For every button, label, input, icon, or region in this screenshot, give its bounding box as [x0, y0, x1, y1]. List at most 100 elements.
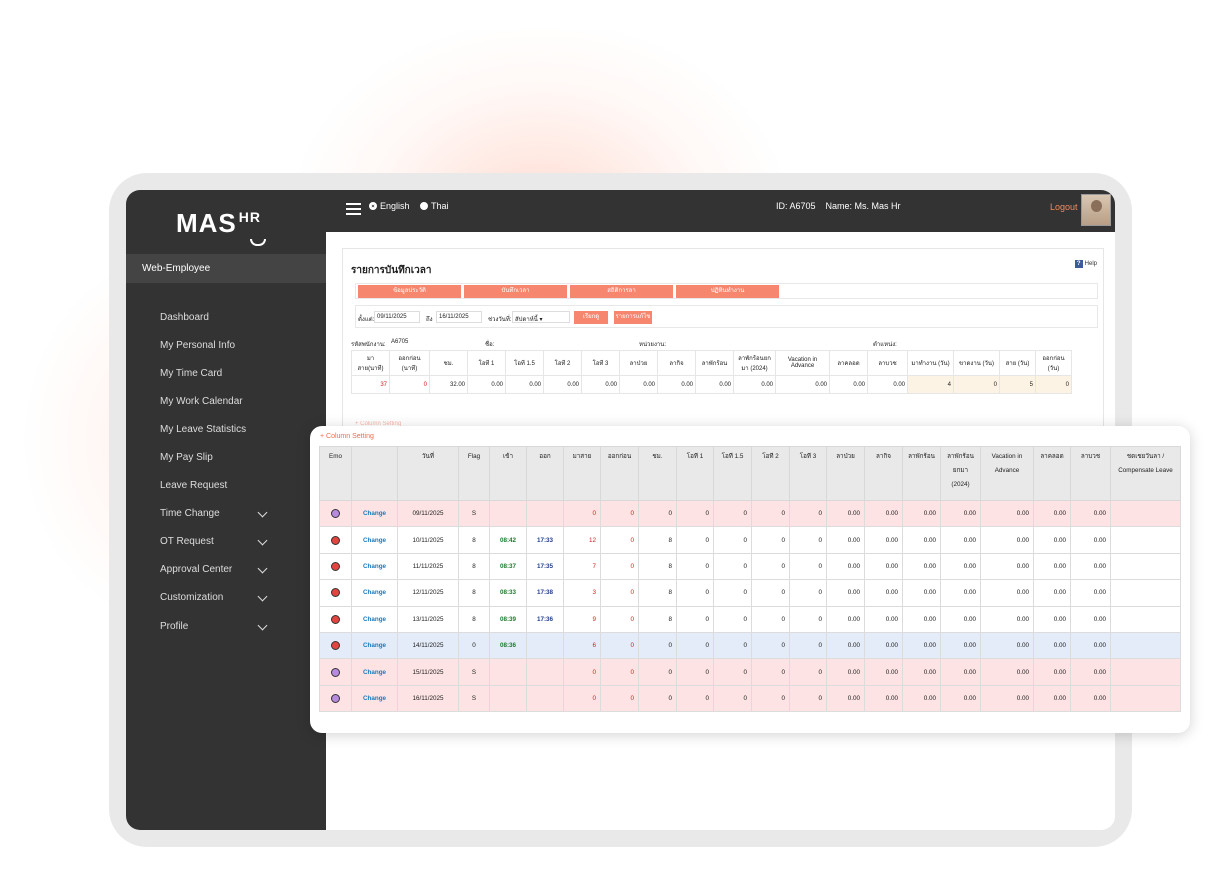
- vadv-cell: 0.00: [980, 526, 1034, 554]
- from-date-input[interactable]: 09/11/2025: [374, 311, 420, 323]
- ord-cell: 0.00: [1070, 605, 1111, 633]
- summary-value: 0.00: [775, 375, 830, 394]
- table-row: Change 10/11/2025 8 08:42 17:33 12 0 8 0 0 0 0 0.00 0…: [319, 526, 1181, 554]
- ord-cell: 0.00: [1070, 684, 1111, 713]
- vadv-cell: 0.00: [980, 499, 1034, 528]
- vac24-cell: 0.00: [940, 605, 981, 633]
- ord-cell: 0.00: [1070, 658, 1111, 686]
- change-link[interactable]: Change: [363, 669, 386, 676]
- radio-thai[interactable]: Thai: [420, 201, 453, 211]
- emp-code: A6705: [391, 339, 409, 345]
- flag-cell: 8: [458, 552, 490, 581]
- sidebar-item-profile[interactable]: Profile: [160, 612, 326, 640]
- biz-cell: 0.00: [864, 499, 903, 528]
- column-header: ลาพักร้อน: [902, 446, 941, 501]
- table-row: Change 12/11/2025 8 08:33 17:38 3 0 8 0 0 0 0 0.00 0.…: [319, 579, 1181, 607]
- time-out-cell: 17:35: [526, 552, 564, 581]
- vac24-cell: 0.00: [940, 631, 981, 660]
- change-link[interactable]: Change: [363, 589, 386, 596]
- sidebar-item-my-pay-slip[interactable]: My Pay Slip: [160, 443, 326, 471]
- sidebar-item-ot-request[interactable]: OT Request: [160, 528, 326, 556]
- to-date-input[interactable]: 16/11/2025: [436, 311, 482, 323]
- ot1-cell: 0: [676, 552, 714, 581]
- avatar[interactable]: [1081, 194, 1111, 226]
- summary-header: ลากิจ: [657, 350, 696, 376]
- vadv-cell: 0.00: [980, 579, 1034, 607]
- summary-header: ลาบวช: [867, 350, 908, 376]
- sidebar-item-leave-request[interactable]: Leave Request: [160, 472, 326, 500]
- mat-cell: 0.00: [1033, 552, 1071, 581]
- column-header: เข้า: [489, 446, 527, 501]
- column-header: ลาคลอด: [1033, 446, 1071, 501]
- ot2-cell: 0: [751, 631, 790, 660]
- vac24-cell: 0.00: [940, 658, 981, 686]
- ot1-cell: 0: [676, 526, 714, 554]
- biz-cell: 0.00: [864, 658, 903, 686]
- summary-header: ชม.: [429, 350, 468, 376]
- chevron-down-icon: [257, 620, 268, 631]
- table-row: Change 13/11/2025 8 08:39 17:36 9 0 8 0 0 0 0 0.00 0.…: [319, 605, 1181, 633]
- comp-cell: [1110, 552, 1181, 581]
- emo-cell: [319, 499, 352, 528]
- vadv-cell: 0.00: [980, 605, 1034, 633]
- help-button[interactable]: ? Help: [1074, 260, 1097, 268]
- vac-cell: 0.00: [902, 631, 941, 660]
- vac-cell: 0.00: [902, 684, 941, 713]
- biz-cell: 0.00: [864, 684, 903, 713]
- sidebar-item-my-leave-statistics[interactable]: My Leave Statistics: [160, 415, 326, 443]
- sidebar-item-my-work-calendar[interactable]: My Work Calendar: [160, 387, 326, 415]
- time-out-cell: 17:38: [526, 579, 564, 607]
- sick-cell: 0.00: [826, 499, 865, 528]
- language-switch: English Thai: [369, 201, 457, 211]
- tab-leave-stats[interactable]: สถิติการลา: [570, 285, 673, 298]
- sidebar-item-label: Approval Center: [160, 564, 233, 576]
- column-setting-link[interactable]: + Column Setting: [320, 433, 374, 440]
- sidebar-item-time-change[interactable]: Time Change: [160, 500, 326, 528]
- comp-cell: [1110, 605, 1181, 633]
- timecard-table: Emo วันที่ Flag เข้า ออก มาสาย ออกก่อน ชม. โอที …: [319, 446, 1181, 713]
- radio-english[interactable]: English: [369, 201, 414, 211]
- emo-cell: [319, 605, 352, 633]
- sidebar-item-label: My Time Card: [160, 367, 223, 379]
- edit-list-button[interactable]: รายการแก้ไข: [614, 311, 652, 324]
- ot2-cell: 0: [751, 684, 790, 713]
- table-row: Change 14/11/2025 0 08:36 6 0 0 0 0 0 0 0.00 0.00 0.0…: [319, 631, 1181, 660]
- tab-work-calendar[interactable]: ปฏิทินทำงาน: [676, 285, 779, 298]
- emo-cell: [319, 684, 352, 713]
- sidebar-item-label: Leave Request: [160, 480, 228, 492]
- sidebar-item-approval-center[interactable]: Approval Center: [160, 556, 326, 584]
- sidebar-item-customization[interactable]: Customization: [160, 584, 326, 612]
- sad-face-icon: [331, 641, 340, 651]
- logout-link[interactable]: Logout: [1050, 202, 1078, 212]
- tab-profile[interactable]: ข้อมูลประวัติ: [358, 285, 461, 298]
- late-cell: 0: [563, 684, 601, 713]
- change-link[interactable]: Change: [363, 616, 386, 623]
- name-label: ชื่อ:: [485, 342, 495, 348]
- ot3-cell: 0: [789, 526, 827, 554]
- role-header: Web-Employee: [126, 254, 326, 283]
- change-link[interactable]: Change: [363, 537, 386, 544]
- sidebar-item-my-time-card[interactable]: My Time Card: [160, 359, 326, 387]
- early-cell: 0: [600, 605, 639, 633]
- summary-header: ออกก่อน (วัน): [1035, 350, 1072, 376]
- tab-timecard[interactable]: บันทึกเวลา: [464, 285, 567, 298]
- change-link[interactable]: Change: [363, 695, 386, 702]
- summary-header: มาสาย(นาที): [351, 350, 390, 376]
- ot1-cell: 0: [676, 631, 714, 660]
- change-link[interactable]: Change: [363, 642, 386, 649]
- range-select[interactable]: สัปดาห์นี้ ▾: [512, 311, 570, 323]
- change-link[interactable]: Change: [363, 563, 386, 570]
- biz-cell: 0.00: [864, 579, 903, 607]
- time-in-cell: 08:33: [489, 579, 527, 607]
- sidebar-item-my-personal-info[interactable]: My Personal Info: [160, 331, 326, 359]
- search-button[interactable]: เรียกดู: [574, 311, 608, 324]
- vac24-cell: 0.00: [940, 579, 981, 607]
- summary-value: 0.00: [733, 375, 776, 394]
- time-out-cell: [526, 658, 564, 686]
- menu-icon[interactable]: [346, 203, 361, 218]
- comp-cell: [1110, 579, 1181, 607]
- chevron-down-icon: [257, 507, 268, 518]
- ot1-cell: 0: [676, 684, 714, 713]
- change-link[interactable]: Change: [363, 510, 386, 517]
- sidebar-item-dashboard[interactable]: Dashboard: [160, 303, 326, 331]
